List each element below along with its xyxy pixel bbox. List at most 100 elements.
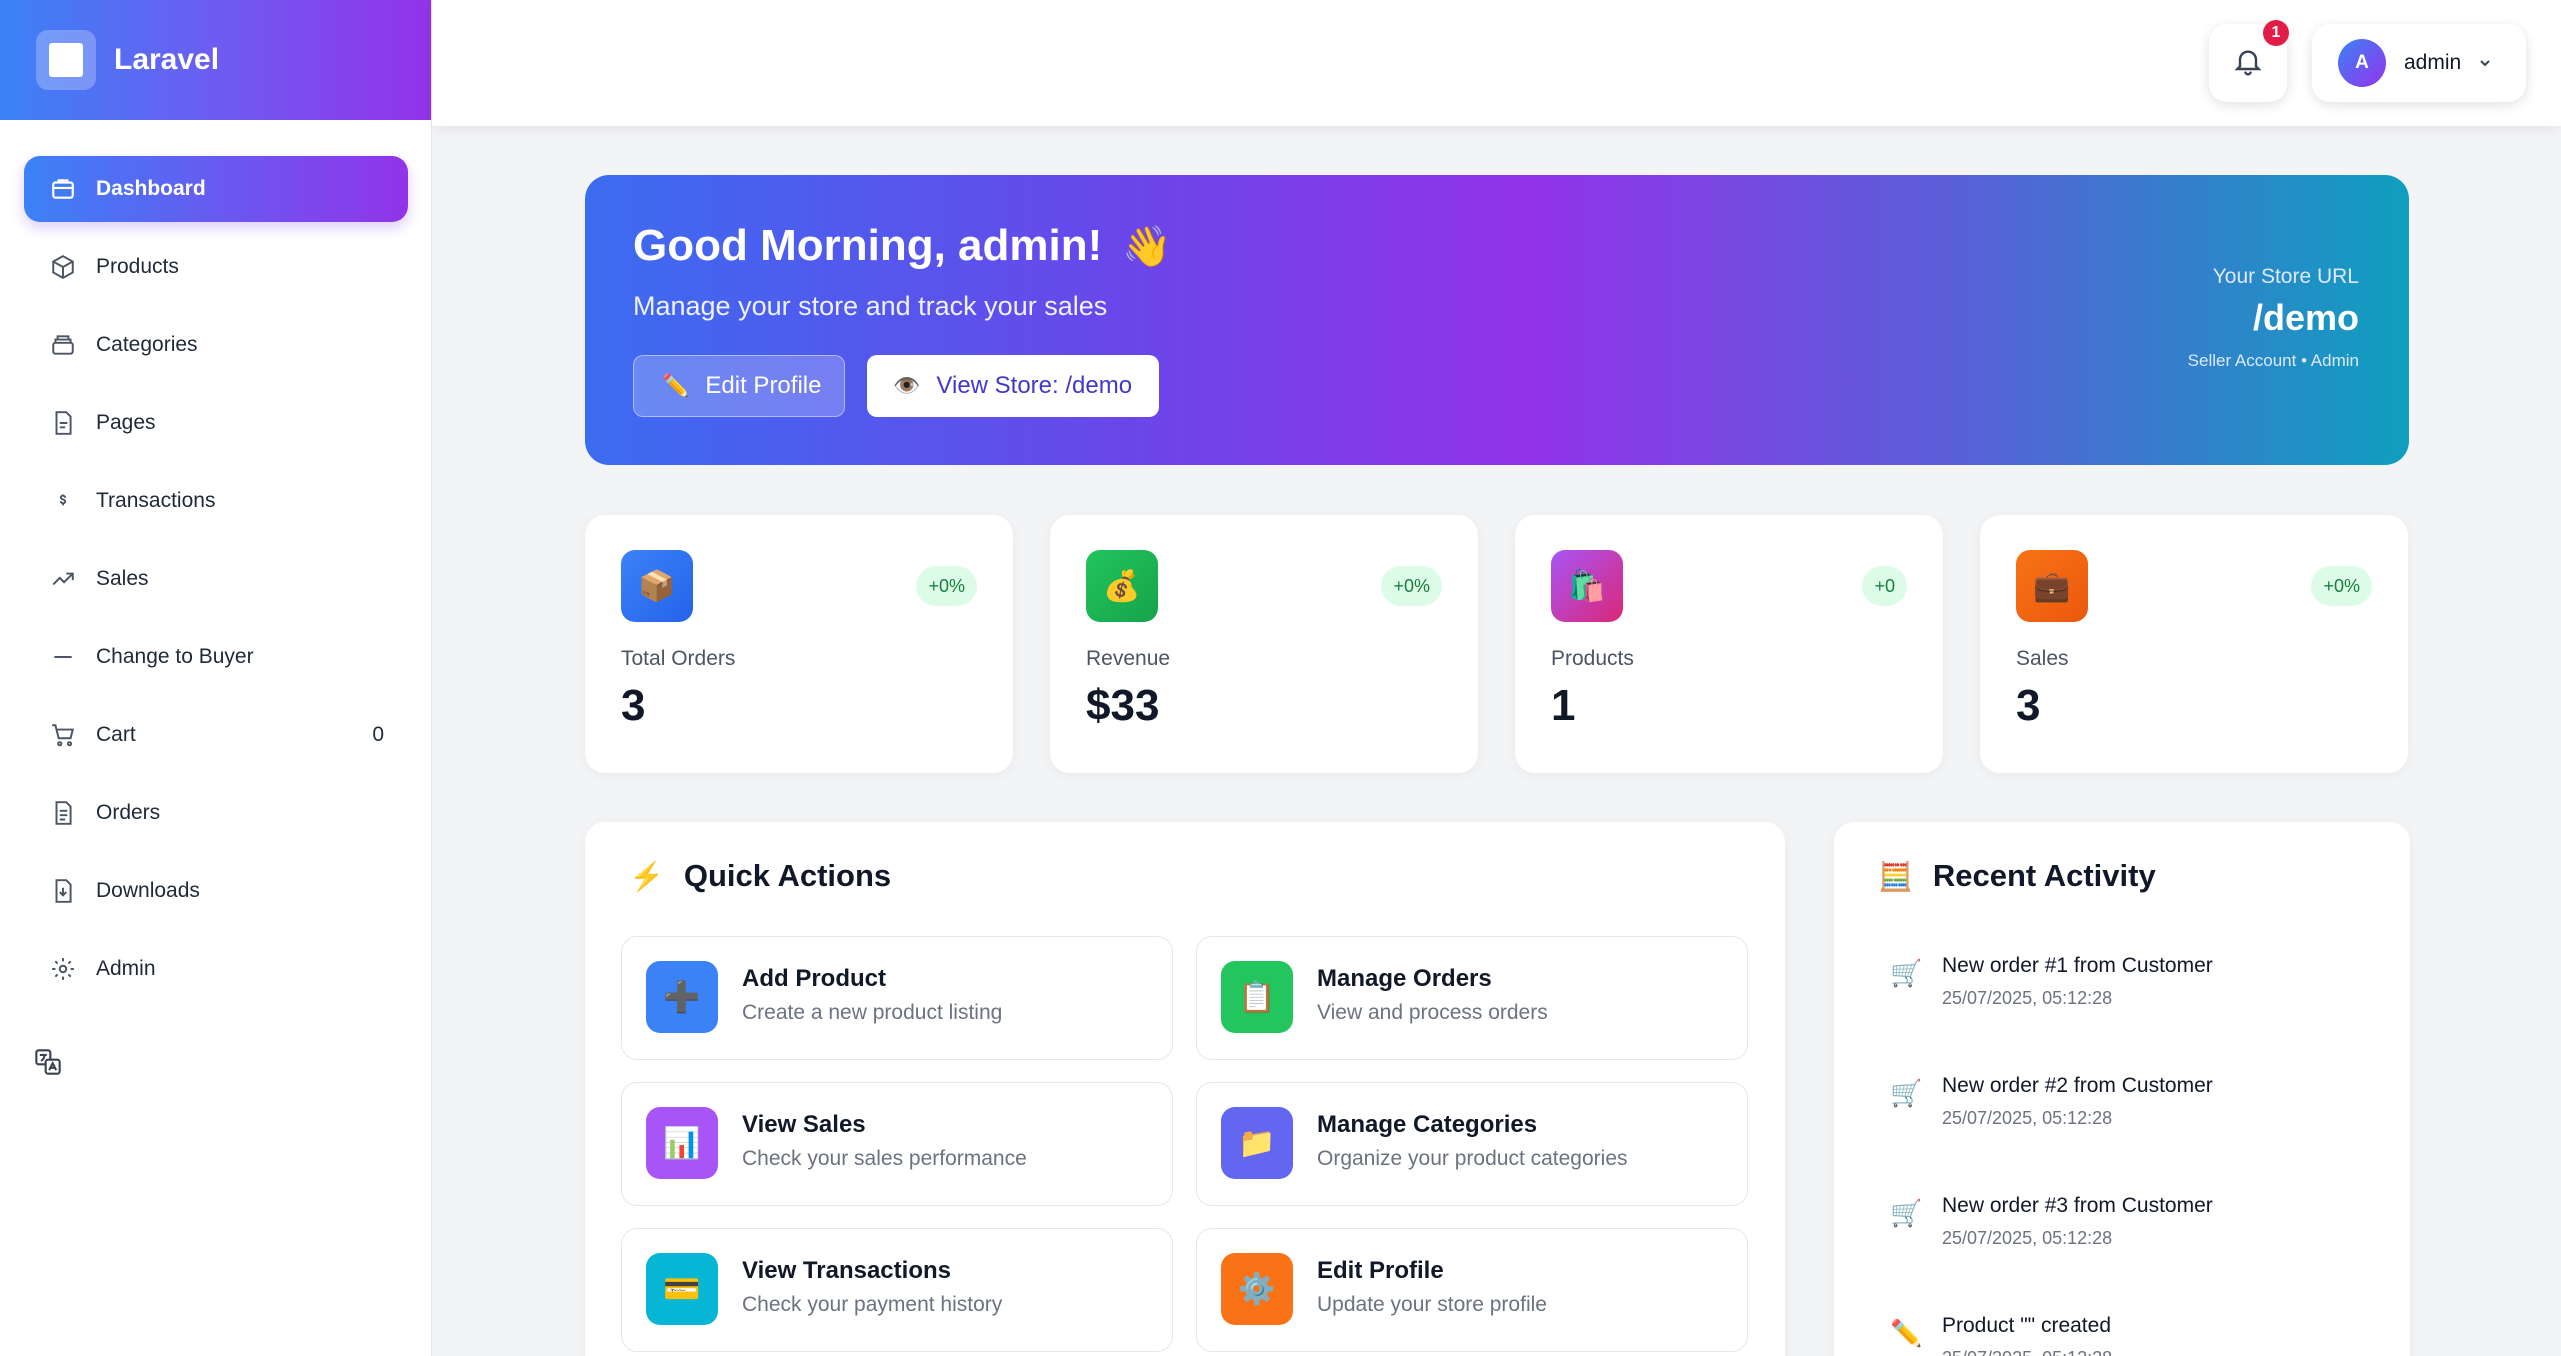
cart-icon: 🛒 (1890, 1198, 1923, 1228)
wave-icon: 👋 (1122, 225, 1173, 269)
quick-actions-panel: ⚡ Quick Actions ➕ Add Product Create a n… (585, 822, 1785, 1356)
user-menu-button[interactable]: A admin (2312, 24, 2526, 102)
notifications-button[interactable]: 1 (2209, 20, 2289, 102)
sidebar-item-sales[interactable]: Sales (24, 546, 408, 612)
quick-action-title: View Sales (742, 1111, 866, 1138)
quick-action-edit-profile[interactable]: ⚙️ Edit Profile Update your store profil… (1196, 1228, 1748, 1352)
stat-change-badge: +0% (2311, 566, 2372, 606)
stat-value: $33 (1086, 681, 1160, 730)
stat-card-products: 🛍️ +0 Products 1 (1515, 515, 1943, 773)
cart-icon (50, 722, 76, 748)
sidebar-item-products[interactable]: Products (24, 234, 408, 300)
activity-time: 25/07/2025, 05:12:28 (1942, 988, 2113, 1008)
sidebar-item-change-to-buyer[interactable]: Change to Buyer (24, 624, 408, 690)
laravel-logo-icon (36, 30, 96, 90)
dollar-icon (50, 488, 76, 514)
quick-action-view-transactions[interactable]: 💳 View Transactions Check your payment h… (621, 1228, 1173, 1352)
quick-action-desc: Check your payment history (742, 1293, 1003, 1316)
sidebar-item-label: Cart (96, 723, 136, 746)
stat-label: Products (1551, 647, 1634, 670)
sidebar-item-label: Downloads (96, 879, 200, 902)
sidebar-item-label: Change to Buyer (96, 645, 254, 668)
trending-up-icon (50, 566, 76, 592)
dashboard-icon (50, 176, 76, 202)
user-name: admin (2404, 51, 2462, 74)
sidebar-item-orders[interactable]: Orders (24, 780, 408, 846)
activity-text: New order #3 from Customer (1942, 1194, 2213, 1217)
shopping-bags-icon: 🛍️ (1551, 550, 1623, 622)
section-title-text: Quick Actions (683, 858, 892, 893)
sidebar-item-downloads[interactable]: Downloads (24, 858, 408, 924)
sidebar-item-pages[interactable]: Pages (24, 390, 408, 456)
document-icon (50, 800, 76, 826)
stat-change-badge: +0% (916, 566, 977, 606)
recent-activity-title: 🧮 Recent Activity (1878, 858, 2156, 894)
translate-icon[interactable] (34, 1048, 62, 1076)
sidebar-item-cart[interactable]: Cart 0 (24, 702, 408, 768)
view-store-label: View Store: /demo (936, 372, 1133, 399)
stat-label: Sales (2016, 647, 2069, 670)
top-header: 1 A admin (432, 0, 2561, 126)
greeting-text: Good Morning, admin! (633, 221, 1103, 270)
sidebar-item-categories[interactable]: Categories (24, 312, 408, 378)
quick-action-manage-categories[interactable]: 📁 Manage Categories Organize your produc… (1196, 1082, 1748, 1206)
sidebar-item-label: Products (96, 255, 179, 278)
section-title-text: Recent Activity (1932, 858, 2156, 893)
pencil-icon: ✏️ (1890, 1318, 1923, 1348)
eye-icon: 👁️ (893, 373, 921, 398)
edit-profile-label: Edit Profile (705, 372, 822, 399)
activity-text: New order #1 from Customer (1942, 954, 2213, 977)
avatar: A (2338, 39, 2386, 87)
store-url-panel: Your Store URL /demo Seller Account • Ad… (2188, 265, 2359, 371)
quick-action-manage-orders[interactable]: 📋 Manage Orders View and process orders (1196, 936, 1748, 1060)
quick-action-title: Manage Orders (1317, 965, 1492, 992)
quick-action-add-product[interactable]: ➕ Add Product Create a new product listi… (621, 936, 1173, 1060)
activity-time: 25/07/2025, 05:12:28 (1942, 1228, 2113, 1248)
edit-profile-button[interactable]: ✏️ Edit Profile (633, 355, 845, 417)
cart-icon: 🛒 (1890, 958, 1923, 988)
view-store-button[interactable]: 👁️ View Store: /demo (867, 355, 1159, 417)
chevron-down-icon (2477, 55, 2493, 71)
bell-icon (2232, 45, 2264, 82)
quick-action-desc: Check your sales performance (742, 1147, 1027, 1170)
brand-header[interactable]: Laravel (0, 0, 431, 120)
stat-value: 3 (2016, 681, 2041, 730)
quick-action-title: View Transactions (742, 1257, 951, 1284)
download-icon (50, 878, 76, 904)
credit-card-icon: 💳 (646, 1253, 718, 1325)
money-bag-icon: 💰 (1086, 550, 1158, 622)
sidebar: Laravel Dashboard Products Categories Pa… (0, 0, 432, 1356)
sidebar-item-label: Categories (96, 333, 198, 356)
stat-value: 1 (1551, 681, 1576, 730)
stat-card-sales: 💼 +0% Sales 3 (1980, 515, 2408, 773)
activity-time: 25/07/2025, 05:12:28 (1942, 1348, 2112, 1356)
briefcase-icon: 💼 (2016, 550, 2088, 622)
welcome-banner: Good Morning, admin! 👋 Manage your store … (585, 175, 2409, 465)
stat-value: 3 (621, 681, 646, 730)
quick-action-title: Add Product (742, 965, 886, 992)
minus-icon (50, 644, 76, 670)
gear-icon: ⚙️ (1221, 1253, 1293, 1325)
store-url-label: Your Store URL (2212, 265, 2359, 288)
sidebar-item-label: Orders (96, 801, 161, 824)
abacus-icon: 🧮 (1878, 860, 1913, 892)
activity-time: 25/07/2025, 05:12:28 (1942, 1108, 2113, 1128)
stat-card-revenue: 💰 +0% Revenue $33 (1050, 515, 1478, 773)
stat-card-total-orders: 📦 +0% Total Orders 3 (585, 515, 1013, 773)
stat-change-badge: +0 (1862, 566, 1907, 606)
gear-icon (50, 956, 76, 982)
recent-activity-panel: 🧮 Recent Activity 🛒 New order #1 from Cu… (1834, 822, 2410, 1356)
package-icon: 📦 (621, 550, 693, 622)
activity-text: Product "" created (1942, 1314, 2111, 1337)
sidebar-item-transactions[interactable]: Transactions (24, 468, 408, 534)
quick-action-view-sales[interactable]: 📊 View Sales Check your sales performanc… (621, 1082, 1173, 1206)
stat-change-badge: +0% (1381, 566, 1442, 606)
sidebar-item-dashboard[interactable]: Dashboard (24, 156, 408, 222)
sidebar-item-label: Admin (96, 957, 156, 980)
clipboard-icon: 📋 (1221, 961, 1293, 1033)
store-url: /demo (2252, 297, 2359, 338)
quick-action-desc: View and process orders (1317, 1001, 1548, 1024)
account-meta: Seller Account • Admin (2187, 351, 2359, 370)
sidebar-item-admin[interactable]: Admin (24, 936, 408, 1002)
stat-label: Total Orders (621, 647, 736, 670)
